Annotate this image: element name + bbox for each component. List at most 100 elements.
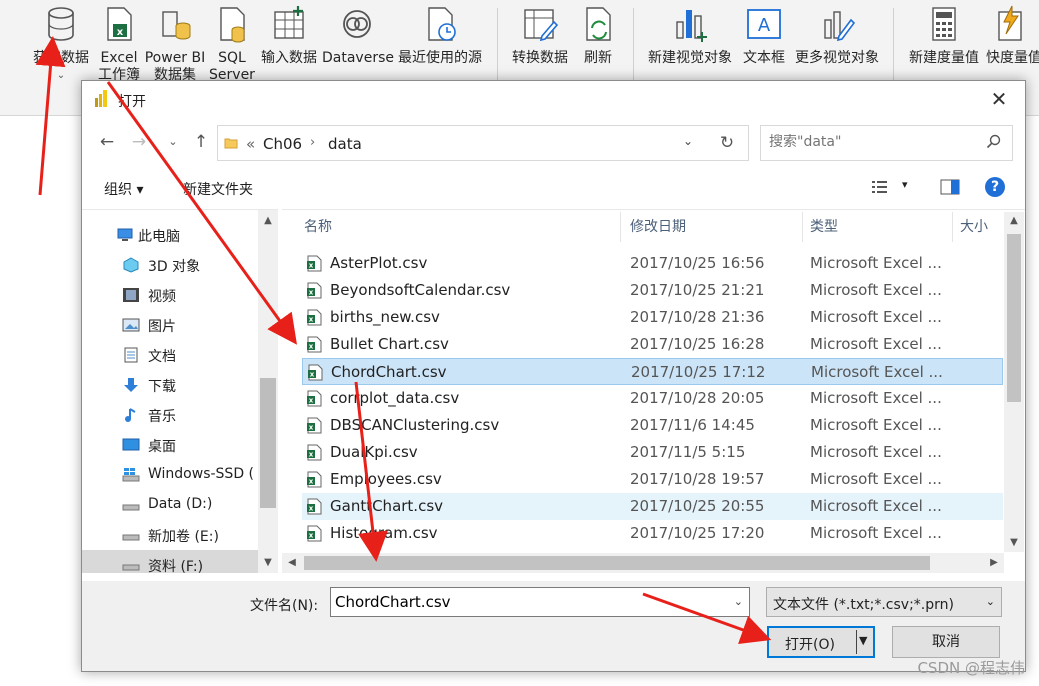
- tree-item-label: 3D 对象: [148, 259, 201, 275]
- organize-menu[interactable]: 组织 ▾: [104, 179, 143, 199]
- recent-sources-button[interactable]: 最近使用的源: [393, 4, 487, 67]
- search-input[interactable]: [769, 134, 979, 150]
- tree-item-pictures[interactable]: 图片: [82, 310, 258, 340]
- tree-item-documents[interactable]: 文档: [82, 340, 258, 370]
- file-row[interactable]: x Histogram.csv 2017/10/25 17:20 Microsoft …: [302, 520, 1003, 547]
- back-arrow-icon[interactable]: ←: [96, 131, 118, 153]
- excel-csv-file-icon: x: [307, 471, 322, 488]
- dialog-titlebar: 打开 ✕: [82, 81, 1025, 117]
- file-name: AsterPlot.csv: [330, 254, 428, 272]
- cancel-button[interactable]: 取消: [892, 626, 1000, 658]
- file-row[interactable]: x DualKpi.csv 2017/11/5 5:15 Microsoft Exce…: [302, 439, 1003, 466]
- scroll-down-arrow-icon[interactable]: ▼: [1004, 534, 1024, 552]
- more-visuals-button[interactable]: 更多视觉对象: [790, 4, 884, 67]
- file-row[interactable]: x BeyondsoftCalendar.csv 2017/10/25 21:21 M…: [302, 277, 1003, 304]
- new-visual-button[interactable]: 新建视觉对象: [642, 4, 738, 67]
- column-divider: [952, 212, 953, 242]
- filename-input[interactable]: [335, 593, 715, 611]
- file-row[interactable]: x ChordChart.csv 2017/10/25 17:12 Microsoft…: [302, 358, 1003, 385]
- refresh-folder-icon[interactable]: ↻: [706, 125, 749, 161]
- sql-server-icon: [220, 7, 245, 43]
- file-row[interactable]: x Bullet Chart.csv 2017/10/25 16:28 Microso…: [302, 331, 1003, 358]
- open-options-dropdown-icon[interactable]: ▼: [859, 634, 867, 647]
- breadcrumb-root[interactable]: «: [246, 135, 255, 153]
- breadcrumb-separator: ›: [310, 135, 316, 150]
- breadcrumb-data[interactable]: data: [328, 135, 362, 153]
- address-bar[interactable]: « Ch06 › data ⌄: [217, 125, 744, 161]
- close-icon[interactable]: ✕: [987, 87, 1011, 111]
- textbox-button[interactable]: A 文本框: [739, 4, 789, 67]
- column-header-name[interactable]: 名称: [304, 212, 332, 244]
- scroll-left-arrow-icon[interactable]: ◀: [282, 554, 302, 572]
- refresh-button[interactable]: 刷新: [576, 4, 620, 67]
- sort-ascending-icon: ^: [454, 209, 464, 217]
- file-row[interactable]: x DBSCANClustering.csv 2017/11/6 14:45 Micr…: [302, 412, 1003, 439]
- recent-sources-label: 最近使用的源: [398, 50, 482, 66]
- address-dropdown-icon[interactable]: ⌄: [683, 134, 693, 148]
- scroll-down-arrow-icon[interactable]: ▼: [258, 554, 278, 572]
- scrollbar-thumb[interactable]: [260, 378, 276, 508]
- file-type: Microsoft Excel ...: [811, 363, 943, 381]
- file-row[interactable]: x Employees.csv 2017/10/28 19:57 Microsoft …: [302, 466, 1003, 493]
- dataverse-icon: [343, 10, 371, 38]
- tree-item-3d-objects[interactable]: 3D 对象: [82, 250, 258, 280]
- column-header-size[interactable]: 大小: [960, 212, 988, 244]
- transform-data-button[interactable]: 转换数据: [506, 4, 574, 67]
- scrollbar-thumb[interactable]: [304, 556, 930, 570]
- help-icon[interactable]: ?: [985, 177, 1005, 197]
- powerbi-dataset-button[interactable]: Power BI 数据集: [143, 4, 207, 84]
- scrollbar-thumb[interactable]: [1007, 234, 1021, 402]
- tree-item-downloads[interactable]: 下载: [82, 370, 258, 400]
- preview-pane-icon[interactable]: [940, 179, 960, 195]
- breadcrumb-ch06[interactable]: Ch06: [263, 135, 302, 153]
- file-type: Microsoft Excel ...: [810, 254, 942, 272]
- tree-item-videos[interactable]: 视频: [82, 280, 258, 310]
- search-box[interactable]: [760, 125, 1013, 161]
- tree-item-this-pc[interactable]: 此电脑: [82, 220, 258, 250]
- tree-item-label: 音乐: [148, 409, 176, 425]
- column-header-date[interactable]: 修改日期: [630, 212, 686, 244]
- view-options-icon[interactable]: [872, 180, 890, 194]
- file-row[interactable]: x corrplot_data.csv 2017/10/28 20:05 Micros…: [302, 385, 1003, 412]
- filetype-select[interactable]: 文本文件 (*.txt;*.csv;*.prn) ⌄: [766, 587, 1002, 617]
- forward-arrow-icon[interactable]: →: [128, 131, 150, 153]
- file-name: DBSCANClustering.csv: [330, 416, 500, 434]
- music-icon: [125, 408, 136, 422]
- dataverse-button[interactable]: Dataverse: [322, 4, 394, 67]
- column-header-type[interactable]: 类型: [810, 212, 838, 244]
- scroll-up-arrow-icon[interactable]: ▲: [258, 212, 278, 230]
- up-arrow-icon[interactable]: ↑: [190, 131, 212, 153]
- view-options-dropdown-icon[interactable]: ▾: [902, 178, 908, 191]
- tree-item-drive-d[interactable]: Data (D:): [82, 490, 258, 520]
- scroll-up-arrow-icon[interactable]: ▲: [1004, 212, 1024, 230]
- new-folder-button[interactable]: 新建文件夹: [183, 179, 253, 199]
- tree-item-music[interactable]: 音乐: [82, 400, 258, 430]
- open-button[interactable]: 打开(O) ▼: [767, 626, 875, 658]
- tree-item-drive-f[interactable]: 资料 (F:): [82, 550, 258, 573]
- tree-item-windows-ssd[interactable]: Windows-SSD (: [82, 460, 258, 490]
- navigation-scrollbar[interactable]: ▲ ▼: [258, 210, 278, 573]
- file-row[interactable]: x AsterPlot.csv 2017/10/25 16:56 Microsoft …: [302, 250, 1003, 277]
- svg-text:x: x: [117, 27, 124, 38]
- new-measure-button[interactable]: 新建度量值: [903, 4, 985, 67]
- file-list-vertical-scrollbar[interactable]: ▲ ▼: [1004, 212, 1024, 552]
- excel-workbook-button[interactable]: x Excel 工作簿: [96, 4, 142, 84]
- excel-csv-file-icon: x: [307, 336, 322, 353]
- get-data-button[interactable]: 获取数据 ⌄: [28, 4, 94, 84]
- quick-measure-button[interactable]: 快度量值: [986, 4, 1039, 67]
- recent-locations-chevron-icon[interactable]: ⌄: [162, 131, 184, 153]
- tree-item-label: Windows-SSD (: [148, 466, 255, 482]
- tree-item-desktop[interactable]: 桌面: [82, 430, 258, 460]
- sql-server-button[interactable]: SQL Server: [208, 4, 256, 84]
- enter-data-button[interactable]: 输入数据: [257, 4, 321, 67]
- chevron-down-icon[interactable]: ⌄: [734, 595, 743, 608]
- file-list: ^ 名称 修改日期 类型 大小 x AsterPlot.csv 2017/10/25…: [282, 209, 1025, 573]
- scroll-right-arrow-icon[interactable]: ▶: [984, 554, 1004, 572]
- tree-item-drive-e[interactable]: 新加卷 (E:): [82, 520, 258, 550]
- file-list-horizontal-scrollbar[interactable]: ◀ ▶: [282, 553, 1004, 573]
- file-row[interactable]: x births_new.csv 2017/10/28 21:36 Microsoft…: [302, 304, 1003, 331]
- filename-combobox[interactable]: ⌄: [330, 587, 750, 617]
- tree-item-label: 文档: [148, 349, 176, 365]
- file-name: Histogram.csv: [330, 524, 438, 542]
- file-row[interactable]: x GanttChart.csv 2017/10/25 20:55 Microsoft…: [302, 493, 1003, 520]
